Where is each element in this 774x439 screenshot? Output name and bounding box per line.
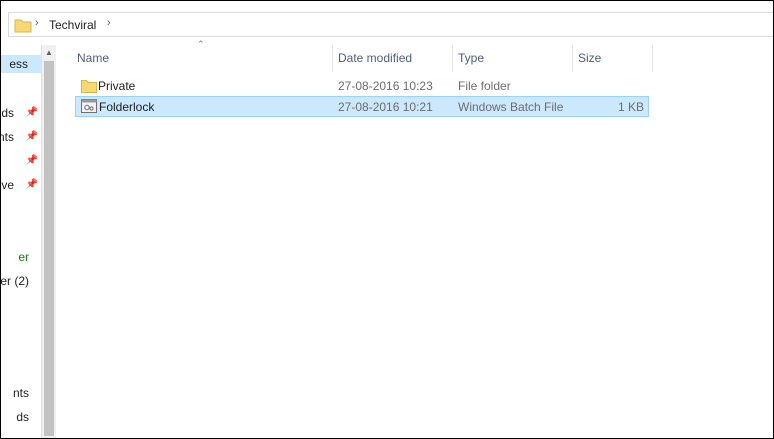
folder-icon [81, 80, 97, 93]
pin-icon: 📌 [25, 179, 38, 190]
nav-item-folder[interactable]: er [1, 248, 41, 266]
column-divider[interactable] [452, 45, 453, 72]
nav-item-downloads-2[interactable]: ds [1, 408, 41, 426]
column-header-name[interactable]: Name [77, 45, 327, 72]
nav-item-documents[interactable]: nts 📌 [1, 128, 41, 146]
nav-item-quick-access[interactable]: ess [1, 55, 41, 73]
column-header-type[interactable]: Type [458, 45, 568, 72]
file-type: Windows Batch File [458, 100, 564, 114]
breadcrumb-techviral[interactable]: Techviral [49, 18, 96, 32]
chevron-right-icon[interactable]: › [107, 17, 111, 29]
address-bar[interactable]: › Techviral › [8, 12, 773, 37]
file-name: Private [98, 79, 136, 93]
nav-scrollbar[interactable]: ▲ [41, 45, 56, 438]
folder-icon [14, 19, 32, 33]
nav-item-pictures[interactable]: 📌 [1, 152, 41, 170]
explorer-window: › Techviral › ess ds 📌 nts 📌 📌 rive 📌 er… [0, 0, 774, 439]
pin-icon: 📌 [25, 155, 38, 166]
batch-file-icon [81, 99, 97, 113]
file-date: 27-08-2016 10:21 [338, 100, 433, 114]
column-divider[interactable] [332, 45, 333, 72]
file-date: 27-08-2016 10:23 [338, 79, 433, 93]
navigation-pane: ess ds 📌 nts 📌 📌 rive 📌 er er (2) nts ds [1, 45, 41, 438]
nav-item-downloads[interactable]: ds 📌 [1, 104, 41, 122]
column-divider[interactable] [572, 45, 573, 72]
column-header-date-modified[interactable]: Date modified [338, 45, 448, 72]
nav-item-documents-2[interactable]: nts [1, 384, 41, 402]
pin-icon: 📌 [25, 131, 38, 142]
column-header-size[interactable]: Size [578, 45, 648, 72]
scroll-up-arrow-icon[interactable]: ▲ [45, 48, 53, 57]
file-row-private[interactable]: Private 27-08-2016 10:23 File folder [75, 76, 649, 97]
chevron-right-icon[interactable]: › [35, 17, 39, 29]
scrollbar-thumb[interactable] [44, 61, 54, 436]
column-divider[interactable] [652, 45, 653, 72]
nav-item-folder-2[interactable]: er (2) [1, 272, 41, 290]
file-type: File folder [458, 79, 511, 93]
nav-item-drive[interactable]: rive 📌 [1, 176, 41, 194]
file-name: Folderlock [99, 100, 155, 114]
file-row-folderlock[interactable]: Folderlock 27-08-2016 10:21 Windows Batc… [75, 96, 649, 117]
pin-icon: 📌 [25, 107, 38, 118]
file-size: 1 KB [617, 100, 644, 114]
